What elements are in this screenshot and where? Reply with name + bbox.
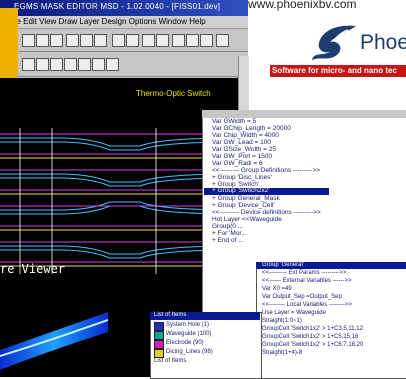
layer-item[interactable]: System Hole (1) [166, 322, 209, 328]
popup-line: <<------ External Variables ------>> [262, 278, 352, 284]
phoenix-logo: Phoe Software for micro- and nano tec [268, 18, 406, 82]
popup-line: Use Layer = Waveguide [262, 310, 326, 316]
code-line: Var GW_Port = 1500 [212, 153, 273, 160]
pointer-icon[interactable] [36, 58, 49, 71]
undo-icon[interactable] [112, 34, 125, 47]
popup-line: <<-------- Local Variables -------->> [262, 302, 352, 308]
code-line: <<--------- Group Definitions --------->… [212, 167, 320, 174]
code-line[interactable]: + Group General_Mask [212, 195, 280, 202]
popup-line: <<--------- Ext Params --------->> [262, 270, 347, 276]
canvas-title: Thermo-Optic Switch [136, 89, 211, 98]
layer-item[interactable]: Waveguide (100) [166, 331, 211, 337]
circle-icon[interactable] [64, 58, 77, 71]
help-icon[interactable] [216, 34, 229, 47]
code-line[interactable]: + Group 'Device_Cell' [212, 202, 275, 209]
popup-line: Straight(1:0~1) [262, 318, 302, 324]
measure-icon[interactable] [106, 58, 119, 71]
code-line: Group(0 ... [212, 223, 244, 230]
popup-selected-text: Group 'General' [262, 262, 304, 268]
code-selected-text: + Group 'Switch2x2' [212, 187, 270, 194]
logo-wordmark: Phoe [360, 31, 406, 54]
cut-icon[interactable] [66, 34, 79, 47]
website-url[interactable]: www.phoenixbv.com [248, 0, 357, 11]
zoom-in-icon[interactable] [142, 34, 155, 47]
layer-item[interactable]: Dicing_Lines (98) [166, 349, 213, 355]
copy-icon[interactable] [80, 34, 93, 47]
print-icon[interactable] [200, 34, 213, 47]
layer-color-swatch [154, 340, 164, 349]
code-line: Hot Layer <<Waveguide [212, 216, 282, 223]
layer-color-swatch [154, 349, 164, 358]
dragon-logo-icon [312, 25, 356, 60]
layer-icon[interactable] [186, 34, 199, 47]
code-line[interactable]: + Group 'Disc_Lines' [212, 174, 272, 181]
question-icon[interactable] [78, 58, 91, 71]
main-toolbar [0, 29, 248, 52]
zoom-out-icon[interactable] [156, 34, 169, 47]
save-icon[interactable] [50, 34, 63, 47]
new-file-icon[interactable] [22, 34, 35, 47]
popup-line: GroupCell 'Switch1x2' > 1+C3,5,11,12 [262, 326, 363, 332]
paste-icon[interactable] [94, 34, 107, 47]
code-line: Var Chip_Width = 4000 [212, 132, 279, 139]
layer-item[interactable]: List of Items [154, 358, 186, 364]
popup-line: Var Output_Sep =Output_Sep [262, 294, 342, 300]
window-title: EGMS MASK EDITOR MSD - 1.02.0040 - [FISS… [14, 2, 221, 11]
layer-list-header: List of Items [154, 312, 187, 318]
script-panel-header [202, 110, 406, 118]
popup-line: GroupCell 'Switch1x2' > 1+C6,7,18,20 [262, 342, 364, 348]
open-file-icon[interactable] [36, 34, 49, 47]
layer-color-swatch [154, 322, 164, 331]
code-line: <<--------- Device definitions ---------… [212, 209, 321, 216]
code-line: Var GChip_Length = 20000 [212, 125, 291, 132]
redo-icon[interactable] [126, 34, 139, 47]
code-line: Var GWidth = 5 [212, 118, 257, 125]
select-arrow-icon[interactable] [22, 58, 35, 71]
menu-items[interactable]: File Edit View Draw Layer Design Options… [8, 17, 206, 26]
3d-waveguide-render [0, 312, 108, 370]
code-line[interactable]: + For 'Mor... [212, 230, 247, 237]
logo-tagline: Software for micro- and nano tec [272, 66, 397, 75]
popup-line: Var X0 =49 [262, 286, 292, 292]
layer-color-swatch [154, 331, 164, 340]
layer-item[interactable]: Electrode (90) [166, 340, 204, 346]
viewer-label: re Viewer [0, 262, 66, 276]
code-line: Var GW_Radi = 6 [212, 160, 263, 167]
code-line: Var GSize_Width = 25 [212, 146, 277, 153]
code-line[interactable]: + End of ... [212, 237, 244, 244]
grid-icon[interactable] [172, 34, 185, 47]
polygon-icon[interactable] [92, 58, 105, 71]
draw-toolbar [0, 52, 248, 77]
arc-icon[interactable] [50, 58, 63, 71]
popup-line: Straight(1+4)-8 [262, 350, 303, 356]
popup-line: GroupCell 'Switch1x2' > 1+C5,15,16 [262, 334, 359, 340]
code-line: Var GW_Lead = 100 [212, 139, 271, 146]
